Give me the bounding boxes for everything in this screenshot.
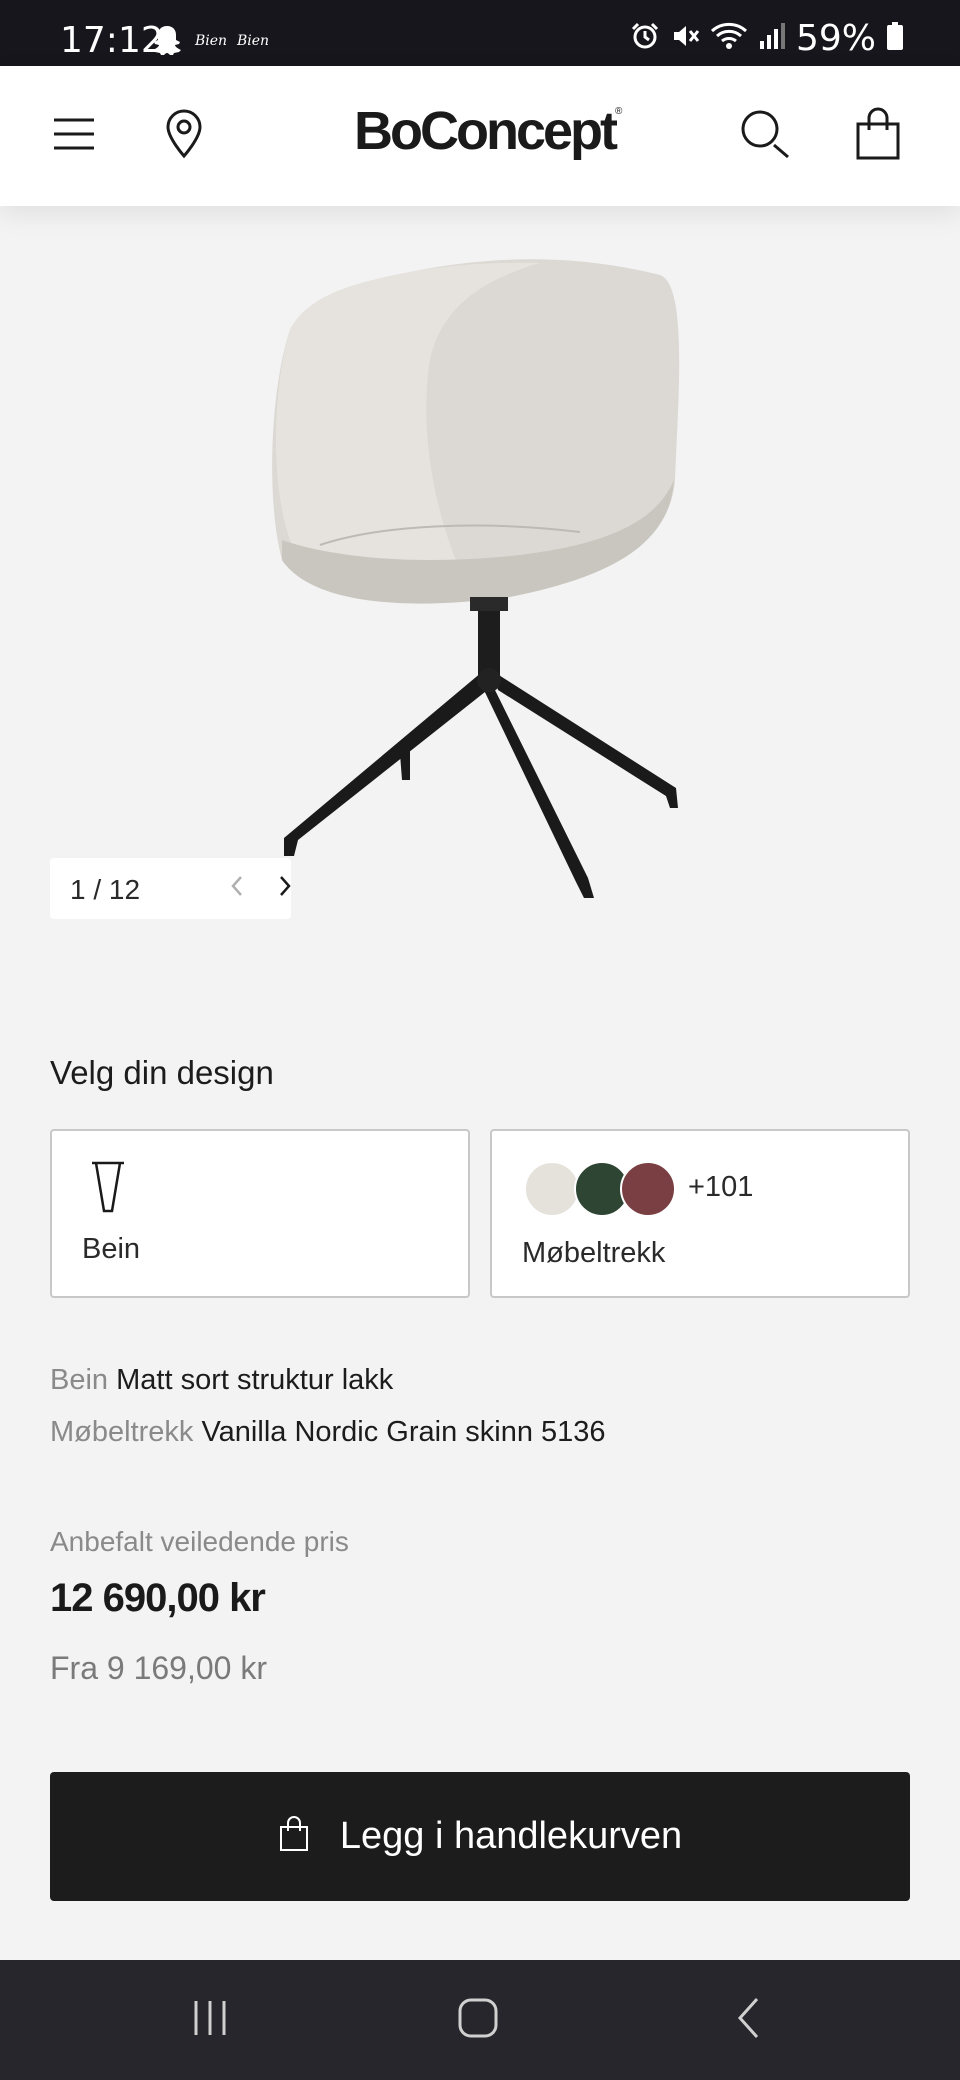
status-app-label: Bien: [237, 33, 270, 49]
battery-percent: 59%: [795, 18, 876, 59]
shopping-bag-icon: [854, 106, 902, 167]
spec-value: Matt sort struktur lakk: [116, 1364, 394, 1396]
site-header: BoConcept®: [0, 66, 960, 206]
add-to-cart-button[interactable]: Legg i handlekurven: [50, 1772, 910, 1901]
alarm-icon: [630, 21, 660, 56]
swatch-vanilla: [524, 1161, 580, 1217]
legs-option-card[interactable]: Bein: [50, 1129, 470, 1298]
back-icon: [735, 1996, 761, 2045]
system-nav-bar: [0, 1960, 960, 2080]
mute-icon: [670, 21, 700, 56]
legs-option-label: Bein: [82, 1233, 141, 1265]
snapchat-ghost-icon: [152, 24, 182, 61]
product-image[interactable]: [200, 240, 760, 920]
spec-upholstery: Møbeltrekk Vanilla Nordic Grain skinn 51…: [50, 1416, 606, 1449]
search-button[interactable]: [736, 106, 796, 166]
price-from: Fra 9 169,00 kr: [50, 1650, 267, 1686]
menu-button[interactable]: [44, 106, 104, 166]
next-image-button[interactable]: [270, 858, 300, 919]
status-app-label: Bien: [195, 33, 228, 49]
signal-icon: [758, 21, 786, 56]
more-swatches-count: +101: [688, 1171, 754, 1203]
chevron-left-icon: [229, 874, 245, 903]
swatch-burgundy: [620, 1161, 676, 1217]
home-icon: [457, 1997, 499, 2044]
spec-key: Møbeltrekk: [50, 1416, 194, 1448]
gallery-counter: 1 / 12: [70, 874, 141, 905]
wifi-icon: [710, 21, 748, 56]
add-to-cart-label: Legg i handlekurven: [339, 1815, 683, 1857]
shopping-bag-icon: [278, 1815, 310, 1858]
upholstery-option-label: Møbeltrekk: [522, 1237, 666, 1269]
brand-mark: ®: [614, 106, 623, 117]
status-time: 17:12: [60, 20, 164, 61]
recent-apps-button[interactable]: [170, 1990, 250, 2050]
spec-key: Bein: [50, 1364, 109, 1396]
chevron-right-icon: [277, 874, 293, 903]
search-icon: [740, 109, 792, 164]
status-icons: 59%: [630, 18, 904, 59]
price-value: 12 690,00 kr: [50, 1576, 266, 1620]
cart-button-header[interactable]: [848, 106, 908, 166]
spec-value: Vanilla Nordic Grain skinn 5136: [201, 1416, 606, 1448]
location-pin-icon: [164, 109, 204, 164]
gallery-pager: 1 / 12: [50, 858, 291, 919]
recent-apps-icon: [190, 1998, 230, 2043]
menu-icon: [52, 117, 96, 156]
table-leg-icon: [90, 1161, 126, 1218]
brand-name: BoConcept: [354, 101, 618, 161]
back-button[interactable]: [708, 1990, 788, 2050]
price-label: Anbefalt veiledende pris: [50, 1526, 349, 1557]
store-locator-button[interactable]: [154, 106, 214, 166]
battery-icon: [886, 21, 904, 56]
design-section-title: Velg din design: [50, 1054, 274, 1091]
upholstery-option-card[interactable]: +101 Møbeltrekk: [490, 1129, 910, 1298]
home-button[interactable]: [438, 1990, 518, 2050]
brand-logo[interactable]: BoConcept®: [354, 100, 622, 162]
previous-image-button[interactable]: [222, 858, 252, 919]
status-bar: 17:12 Bien Bien 59%: [0, 0, 960, 66]
spec-legs: Bein Matt sort struktur lakk: [50, 1364, 393, 1397]
